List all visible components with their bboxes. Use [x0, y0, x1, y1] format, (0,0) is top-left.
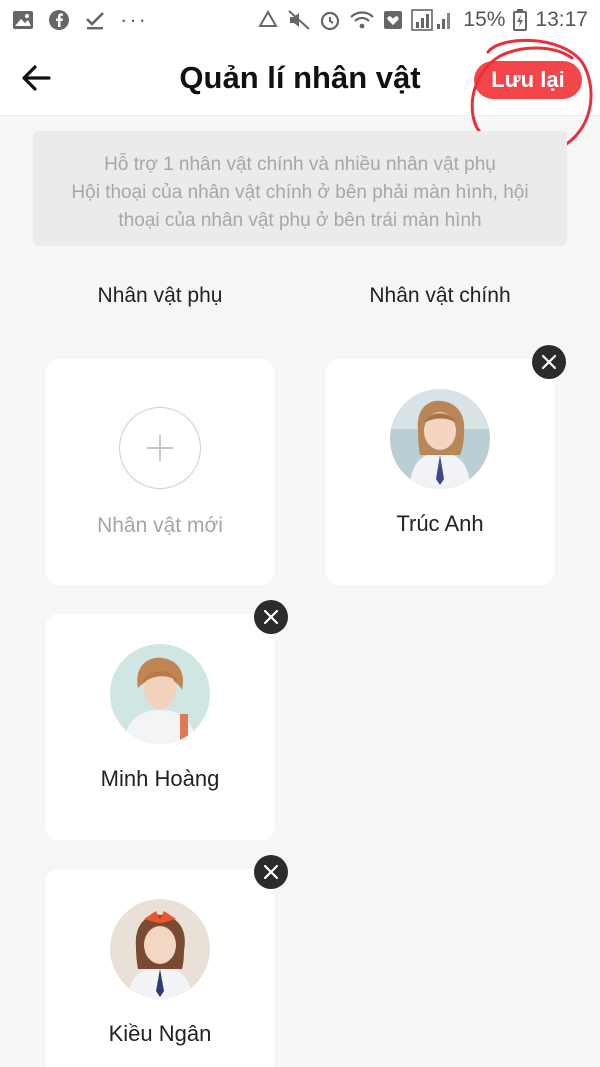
character-card-main[interactable]: Trúc Anh: [326, 359, 554, 585]
avatar: [110, 899, 210, 999]
mute-icon: [288, 10, 311, 30]
save-button[interactable]: Lưu lại: [474, 61, 582, 99]
gallery-icon: [13, 11, 33, 29]
close-icon: [263, 864, 279, 880]
remove-character-button[interactable]: [254, 600, 288, 634]
info-line-2: Hội thoại của nhân vật chính ở bên phải …: [71, 182, 529, 203]
heart-message-icon: [384, 11, 403, 29]
status-left-icons: ···: [12, 7, 148, 33]
signal-icon: [411, 9, 451, 31]
character-name: Kiều Ngân: [108, 1021, 212, 1046]
info-line-1: Hỗ trợ 1 nhân vật chính và nhiều nhân vậ…: [104, 154, 496, 175]
info-box: Hỗ trợ 1 nhân vật chính và nhiều nhân vậ…: [33, 131, 567, 246]
add-character-label: Nhân vật mới: [97, 514, 223, 537]
character-card-secondary[interactable]: Kiều Ngân: [46, 869, 274, 1067]
close-icon: [541, 354, 557, 370]
more-notifications-icon: ···: [120, 7, 148, 32]
battery-icon: [513, 9, 528, 31]
battery-percentage: 15%: [463, 8, 506, 31]
avatar: [390, 389, 490, 489]
info-line-3: thoại của nhân vật phụ ở bên trái màn hì…: [118, 210, 482, 231]
remove-character-button[interactable]: [254, 855, 288, 889]
character-name: Trúc Anh: [396, 511, 484, 536]
facebook-icon: [49, 10, 69, 30]
secondary-characters-title: Nhân vật phụ: [97, 284, 223, 307]
avatar: [110, 644, 210, 744]
download-done-icon: [86, 12, 104, 30]
main-characters-title: Nhân vật chính: [369, 284, 511, 307]
add-character-card[interactable]: Nhân vật mới: [46, 359, 274, 585]
clock: 13:17: [535, 8, 588, 31]
character-name: Minh Hoàng: [100, 766, 220, 791]
app-header: Quản lí nhân vật Lưu lại: [0, 40, 600, 116]
remove-character-button[interactable]: [532, 345, 566, 379]
character-card-secondary[interactable]: Minh Hoàng: [46, 614, 274, 840]
status-right-icons: 15% 13:17: [257, 8, 588, 32]
close-icon: [263, 609, 279, 625]
recycle-icon: [258, 9, 279, 27]
wifi-icon: [350, 11, 375, 29]
alarm-icon: [321, 11, 340, 31]
status-bar: ··· 15% 13:17: [0, 0, 600, 40]
plus-icon: [119, 407, 201, 489]
